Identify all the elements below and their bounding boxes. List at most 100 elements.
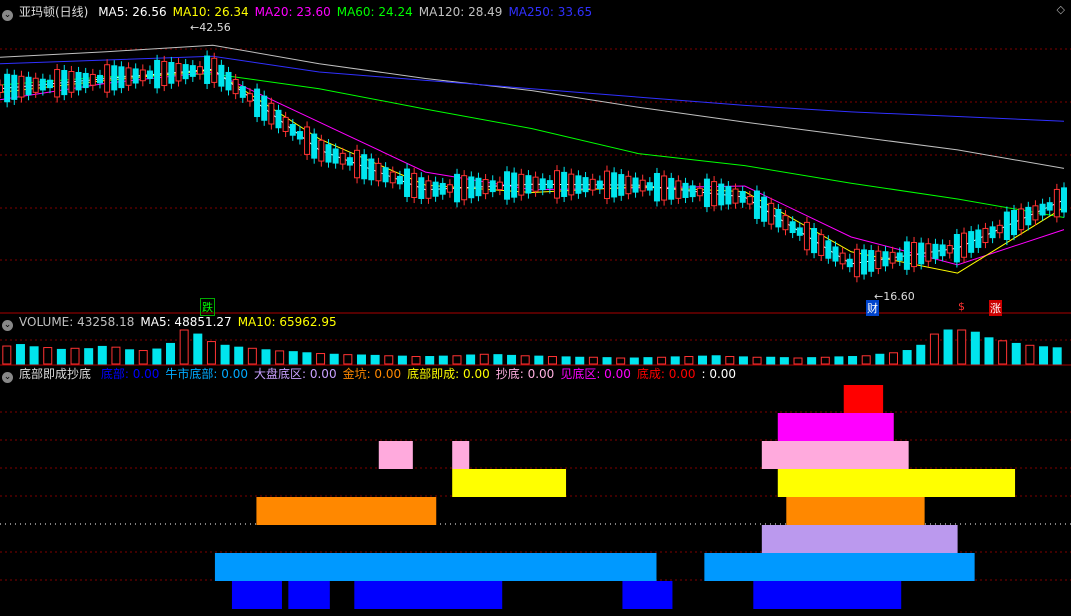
volume-bar [507, 354, 517, 365]
panel-menu-icon[interactable]: ⌄ [2, 372, 13, 383]
candle-body [425, 180, 432, 199]
volume-bar [547, 356, 557, 365]
volume-bar [902, 350, 912, 365]
candle-body [932, 243, 939, 259]
signal-bar-6 [704, 553, 975, 581]
candle-body [346, 157, 353, 166]
volume-bar [943, 329, 953, 365]
candle-body [18, 75, 25, 98]
candle-body [25, 76, 32, 96]
candle-body [339, 152, 346, 165]
candle-body [918, 242, 925, 265]
volume-bar [329, 353, 339, 365]
volume-bar [220, 344, 230, 365]
candle-body [332, 148, 339, 164]
candle-body [82, 72, 89, 89]
volume-bar [752, 356, 762, 365]
candle-body [111, 65, 118, 91]
volume-bar [643, 357, 653, 365]
signal-indicator-5: 抄底: 0.00 [495, 367, 555, 381]
indicator-title: 底部即成抄底 [19, 367, 92, 381]
volume-bar [848, 356, 858, 365]
candle-body [325, 144, 332, 163]
signal-indicator-2: 大盘底区: 0.00 [254, 367, 337, 381]
volume-bar [206, 341, 216, 365]
panel-menu-icon[interactable]: ⌄ [2, 320, 13, 331]
candle-body [382, 167, 389, 183]
candle-body [39, 78, 46, 91]
ma-line-ma20 [0, 71, 1065, 266]
candle-body [68, 71, 75, 93]
bottom-header: ⌄ 底部即成抄底 底部: 0.00 牛市底部: 0.00 大盘底区: 0.00 金坑: … [0, 366, 748, 383]
volume-bar [602, 357, 612, 365]
candle-body [632, 177, 639, 193]
expand-icon[interactable]: ◇ [1057, 3, 1065, 16]
volume-bar [711, 355, 721, 365]
volume-bar [984, 337, 994, 365]
candle-body [446, 184, 453, 193]
volume-bar [820, 356, 830, 365]
candle-body [132, 68, 139, 84]
candle-body [1053, 188, 1060, 218]
candle-body [318, 139, 325, 162]
volume-bar [15, 344, 25, 365]
panel-menu-icon[interactable]: ⌄ [2, 10, 13, 21]
volume-bar [520, 355, 530, 365]
candle-body [568, 173, 575, 196]
candle-body [953, 233, 960, 263]
volume-bar [493, 354, 503, 365]
volume-bar [166, 342, 176, 365]
ma-line-ma60 [0, 73, 1065, 218]
candle-body [718, 183, 725, 206]
volume-bar [125, 349, 135, 365]
main-header: ⌄ 亚玛顿(日线) MA5: 26.56 MA10: 26.34 MA20: 23.6… [0, 4, 604, 21]
volume-bar [793, 357, 803, 365]
candle-body [539, 178, 546, 191]
candle-body [611, 172, 618, 198]
volume-bar [698, 355, 708, 365]
signal-bar-7 [622, 581, 673, 609]
chart-canvas [0, 44, 1071, 609]
signal-bar-7 [288, 581, 330, 609]
volume-indicator-0: VOLUME: 43258.18 [19, 315, 135, 329]
candle-body [311, 133, 318, 159]
signal-bar-1 [777, 413, 894, 441]
candle-body [889, 251, 896, 264]
candle-body [375, 162, 382, 182]
candle-body [439, 182, 446, 195]
signal-bar-4 [256, 497, 437, 525]
candle-body [782, 215, 789, 231]
volume-bar [84, 348, 94, 365]
volume-bar [657, 356, 667, 365]
candle-body [46, 79, 53, 89]
candle-body [511, 172, 518, 198]
volume-bar [561, 356, 571, 365]
candle-body [975, 229, 982, 248]
candle-body [254, 88, 261, 118]
signal-bar-7 [354, 581, 503, 609]
candle-body [732, 188, 739, 204]
volume-bar [738, 356, 748, 365]
candle-body [553, 170, 560, 199]
candle-body [853, 248, 860, 278]
ma-indicator-3: MA60: 24.24 [336, 5, 413, 19]
candle-body [961, 232, 968, 258]
signal-bar-2 [452, 441, 470, 469]
candle-body [304, 126, 311, 155]
candle-body [489, 180, 496, 193]
candle-body [896, 252, 903, 261]
volume-bar [1039, 346, 1049, 365]
volume-bar [411, 356, 421, 365]
ma-indicator-2: MA20: 23.60 [254, 5, 331, 19]
candle-body [832, 246, 839, 262]
candle-body [982, 227, 989, 244]
candle-body [861, 249, 868, 275]
candle-body [639, 179, 646, 192]
candle-body [546, 180, 553, 189]
signal-bar-2 [378, 441, 413, 469]
volume-bar [479, 353, 489, 365]
candle-body [882, 251, 889, 267]
candle-body [354, 149, 361, 179]
volume-bar [302, 352, 312, 365]
candle-body [796, 227, 803, 236]
